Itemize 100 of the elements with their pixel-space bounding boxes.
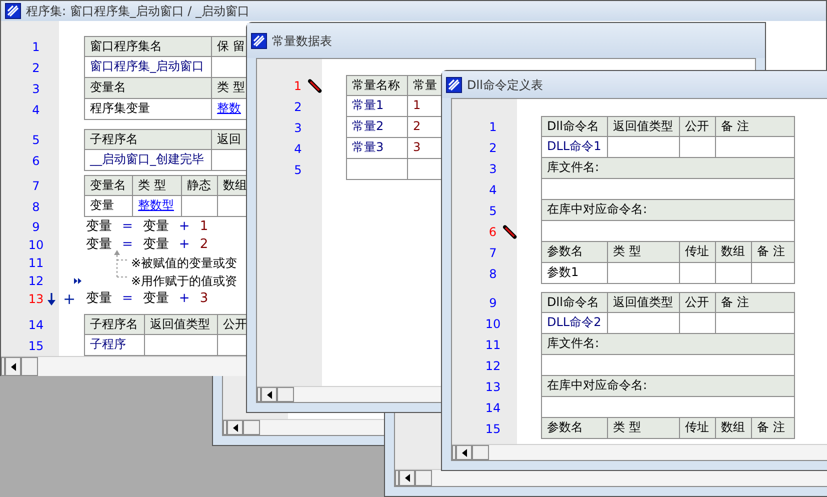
column-header: 备 注 (752, 242, 795, 263)
left-arrow-icon (404, 474, 410, 482)
scroll-left-button[interactable] (261, 387, 277, 402)
table-cell: __启动窗口_创建完毕 (85, 150, 212, 171)
line-number: 1 (31, 38, 41, 56)
column-header: 返回值类型 (145, 315, 218, 335)
column-header: 数组 (218, 176, 248, 196)
line-number: 15 (27, 338, 45, 354)
line-number: 4 (293, 140, 303, 158)
left-arrow-icon (10, 362, 16, 370)
column-header: 类 型 (212, 78, 248, 99)
line-number: 3 (488, 160, 498, 178)
line-number: 12 (484, 358, 502, 374)
column-header: 备 注 (716, 117, 795, 137)
app-icon (446, 76, 462, 92)
table-cell (182, 196, 218, 217)
table-cell: DLL命令1 (542, 137, 608, 158)
line-number: 5 (31, 132, 41, 148)
left-arrow-icon (266, 390, 272, 398)
pencil-icon (308, 78, 322, 92)
line-number: 13 (27, 291, 45, 308)
expand-toggle[interactable]: + (63, 292, 76, 306)
column-header: 保 留 (212, 37, 248, 57)
line-number: 10 (27, 237, 45, 254)
column-header: 类 型 (608, 242, 680, 263)
column-header: 在库中对应命令名: (542, 376, 795, 397)
line-number: 2 (31, 60, 41, 76)
scrollbar-thumb[interactable] (277, 387, 294, 402)
column-header: 常量名称 (347, 76, 408, 96)
column-header: 库文件名: (542, 334, 795, 355)
type-link[interactable]: 整数型 (133, 196, 182, 217)
type-link[interactable]: 整数 (212, 99, 248, 120)
scroll-left-button[interactable] (5, 357, 21, 376)
scrollbar-thumb[interactable] (415, 470, 432, 486)
column-header: 变量名 (85, 176, 133, 196)
column-header: 类 型 (133, 176, 182, 196)
column-header: 数组 (716, 418, 752, 439)
scroll-left-button[interactable] (456, 445, 472, 460)
down-arrow-icon (47, 292, 56, 306)
code-comment: ※用作赋于的值或资 (131, 273, 238, 290)
line-number: 9 (488, 294, 498, 312)
left-arrow-icon (232, 424, 238, 432)
column-header: 类 型 (608, 418, 680, 439)
column-header: 备 注 (752, 418, 795, 439)
table-cell: DLL命令2 (542, 313, 608, 334)
line-number: 14 (27, 316, 45, 334)
line-number: 4 (488, 182, 498, 198)
column-header: 返回值类型 (608, 117, 680, 137)
line-number: 1 (292, 78, 303, 94)
scrollbar-thumb[interactable] (472, 445, 489, 460)
column-header: 参数名 (542, 418, 608, 439)
table-cell: 参数1 (542, 263, 608, 284)
line-number: 9 (31, 219, 41, 236)
table-cell (680, 313, 716, 334)
line-number: 14 (484, 400, 502, 416)
line-number: 7 (488, 244, 498, 262)
scroll-left-button[interactable] (399, 470, 415, 486)
window-title: 常量数据表 (272, 32, 332, 50)
line-number: 11 (27, 255, 45, 272)
line-number: 13 (484, 378, 502, 396)
column-header: 在库中对应命令名: (542, 200, 795, 221)
code-line: 变量 = 变量 + 3 (85, 290, 208, 308)
line-number: 15 (484, 420, 502, 438)
table-cell: 变量 (85, 196, 133, 217)
line-number: 3 (31, 80, 41, 98)
line-number: 10 (484, 316, 502, 332)
column-header: 传址 (680, 418, 716, 439)
table-cell (680, 263, 716, 284)
table-cell: 常量1 (347, 96, 408, 117)
column-header: 子程序名 (85, 315, 145, 335)
table-cell (608, 263, 680, 284)
column-header: 静态 (182, 176, 218, 196)
scroll-left-button[interactable] (227, 420, 243, 435)
table-cell (716, 263, 752, 284)
line-number: 2 (488, 140, 498, 156)
column-header: 公开 (680, 117, 716, 137)
line-number: 3 (293, 120, 303, 136)
scrollbar-thumb[interactable] (243, 420, 260, 435)
line-number: 5 (488, 202, 498, 220)
app-icon (5, 3, 21, 19)
column-header: 公开 (680, 293, 716, 313)
column-header: Dll命令名 (542, 117, 608, 137)
left-arrow-icon (462, 448, 466, 456)
column-header: Dll命令名 (542, 293, 608, 313)
line-number: 1 (488, 118, 498, 136)
table-cell: 程序集变量 (85, 99, 212, 120)
table-cell (680, 137, 716, 158)
column-header: 返回 (212, 130, 248, 150)
column-header: 变量名 (85, 78, 212, 99)
column-header: 公开 (218, 315, 248, 335)
column-header: 备 注 (716, 293, 795, 313)
column-header: 窗口程序集名 (85, 37, 212, 57)
app-icon (251, 32, 267, 48)
column-header: 数组 (716, 242, 752, 263)
line-number: 6 (31, 152, 41, 170)
scrollbar-thumb[interactable] (21, 357, 38, 376)
table-cell: 子程序 (85, 335, 145, 356)
table-cell: 窗口程序集_启动窗口 (85, 57, 212, 78)
line-number: 4 (31, 102, 41, 118)
column-header: 参数名 (542, 242, 608, 263)
